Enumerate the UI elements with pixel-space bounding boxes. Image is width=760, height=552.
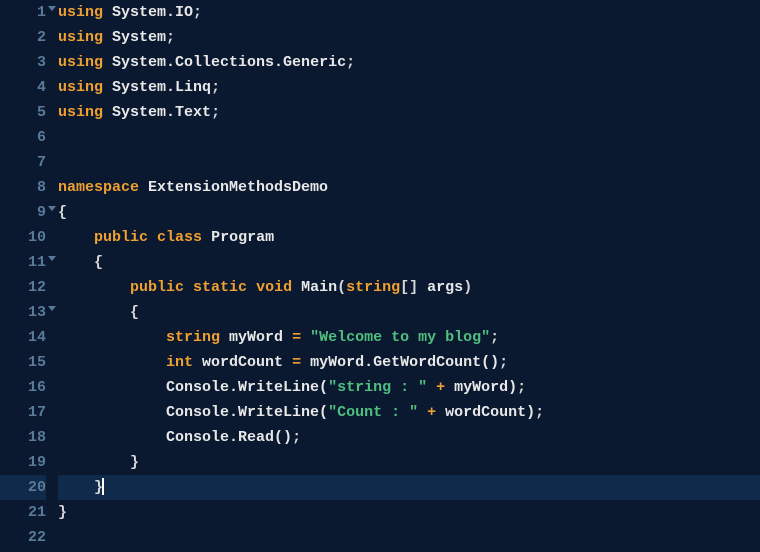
- line-number-gutter: 1 2 3 4 5 6 7 8 9 10 11 12 13 14 15 16 1…: [0, 0, 58, 552]
- line-number: 17: [0, 400, 46, 425]
- code-line[interactable]: int wordCount = myWord.GetWordCount();: [58, 350, 760, 375]
- code-line[interactable]: using System.Linq;: [58, 75, 760, 100]
- line-number: 10: [0, 225, 46, 250]
- code-line[interactable]: using System.IO;: [58, 0, 760, 25]
- line-number: 1: [0, 0, 46, 25]
- fold-icon[interactable]: [48, 306, 56, 311]
- line-number: 21: [0, 500, 46, 525]
- code-line[interactable]: {: [58, 300, 760, 325]
- line-number: 19: [0, 450, 46, 475]
- code-line[interactable]: [58, 150, 760, 175]
- line-number: 20: [0, 475, 46, 500]
- line-number: 3: [0, 50, 46, 75]
- line-number: 15: [0, 350, 46, 375]
- code-line-active[interactable]: }: [58, 475, 760, 500]
- code-line[interactable]: [58, 125, 760, 150]
- code-line[interactable]: public class Program: [58, 225, 760, 250]
- line-number: 14: [0, 325, 46, 350]
- code-line[interactable]: using System.Text;: [58, 100, 760, 125]
- line-number: 2: [0, 25, 46, 50]
- code-line[interactable]: [58, 525, 760, 550]
- fold-icon[interactable]: [48, 256, 56, 261]
- line-number: 12: [0, 275, 46, 300]
- code-line[interactable]: Console.WriteLine("string : " + myWord);: [58, 375, 760, 400]
- code-line[interactable]: Console.WriteLine("Count : " + wordCount…: [58, 400, 760, 425]
- text-cursor: [102, 478, 104, 495]
- code-line[interactable]: namespace ExtensionMethodsDemo: [58, 175, 760, 200]
- code-editor[interactable]: 1 2 3 4 5 6 7 8 9 10 11 12 13 14 15 16 1…: [0, 0, 760, 552]
- line-number: 6: [0, 125, 46, 150]
- line-number: 4: [0, 75, 46, 100]
- fold-icon[interactable]: [48, 206, 56, 211]
- code-line[interactable]: using System.Collections.Generic;: [58, 50, 760, 75]
- code-line[interactable]: Console.Read();: [58, 425, 760, 450]
- code-line[interactable]: string myWord = "Welcome to my blog";: [58, 325, 760, 350]
- code-line[interactable]: using System;: [58, 25, 760, 50]
- code-area[interactable]: using System.IO; using System; using Sys…: [58, 0, 760, 552]
- line-number: 11: [0, 250, 46, 275]
- code-line[interactable]: }: [58, 450, 760, 475]
- line-number: 22: [0, 525, 46, 550]
- code-line[interactable]: {: [58, 200, 760, 225]
- line-number: 7: [0, 150, 46, 175]
- code-line[interactable]: }: [58, 500, 760, 525]
- fold-icon[interactable]: [48, 6, 56, 11]
- line-number: 9: [0, 200, 46, 225]
- code-line[interactable]: {: [58, 250, 760, 275]
- line-number: 18: [0, 425, 46, 450]
- line-number: 8: [0, 175, 46, 200]
- code-line[interactable]: public static void Main(string[] args): [58, 275, 760, 300]
- line-number: 13: [0, 300, 46, 325]
- line-number: 5: [0, 100, 46, 125]
- line-number: 16: [0, 375, 46, 400]
